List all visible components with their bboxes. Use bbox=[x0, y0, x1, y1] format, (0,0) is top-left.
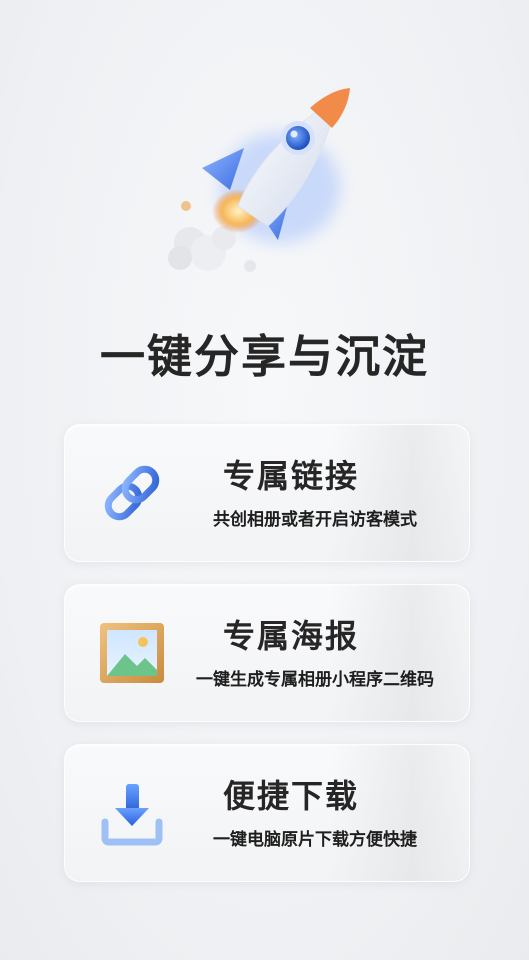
feature-title: 专属链接 bbox=[222, 457, 359, 495]
feature-card-exclusive-poster[interactable]: 专属海报 一键生成专属相册小程序二维码 bbox=[64, 584, 470, 722]
feature-subtitle: 一键生成专属相册小程序二维码 bbox=[196, 670, 434, 690]
chain-link-icon bbox=[97, 458, 167, 528]
feature-card-exclusive-link[interactable]: 专属链接 共创相册或者开启访客模式 bbox=[64, 424, 470, 562]
feature-card-easy-download[interactable]: 便捷下载 一键电脑原片下载方便快捷 bbox=[64, 744, 470, 882]
feature-title: 便捷下载 bbox=[222, 777, 359, 815]
framed-picture-icon bbox=[97, 618, 167, 688]
rocket-illustration bbox=[160, 78, 370, 288]
feature-subtitle: 共创相册或者开启访客模式 bbox=[213, 510, 417, 530]
feature-title: 专属海报 bbox=[222, 617, 359, 655]
feature-subtitle: 一键电脑原片下载方便快捷 bbox=[213, 830, 417, 850]
download-tray-icon bbox=[97, 778, 167, 848]
page-headline: 一键分享与沉淀 bbox=[99, 330, 429, 383]
